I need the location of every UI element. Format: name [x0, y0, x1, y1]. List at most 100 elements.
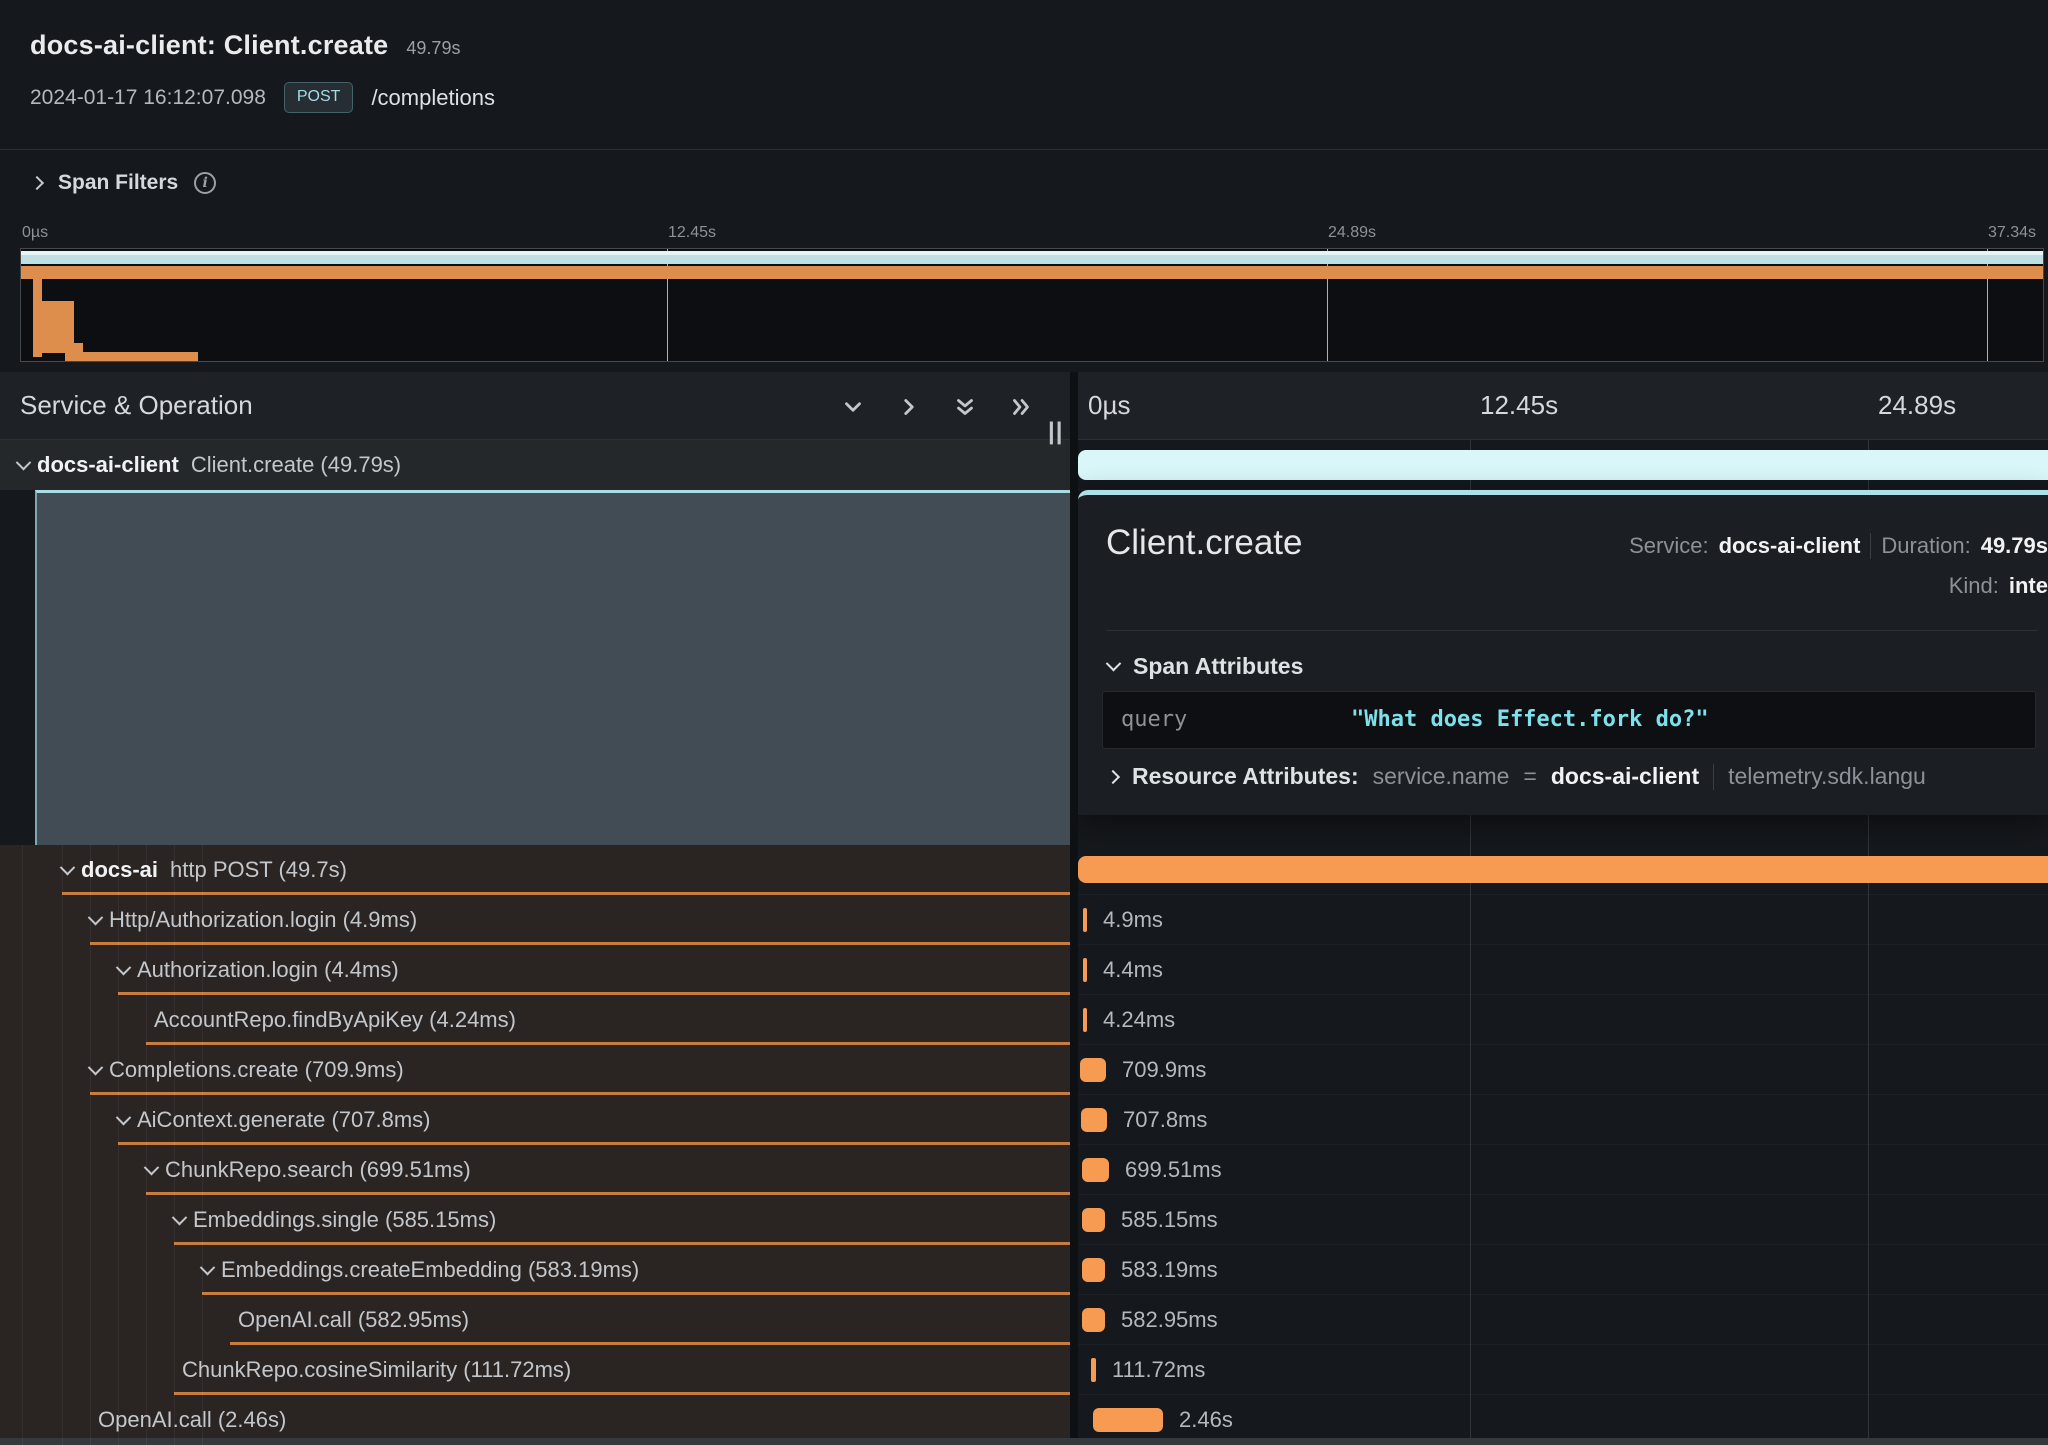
resource-key: service.name — [1373, 763, 1510, 790]
chevron-right-icon — [30, 176, 44, 190]
info-icon[interactable]: i — [194, 172, 216, 194]
span-row-label: docs-ai-clientClient.create (49.79s) — [18, 452, 401, 478]
span-duration-label: 4.4ms — [1103, 957, 1163, 983]
waterfall-row: 709.9ms — [1078, 1045, 2048, 1095]
span-tree-row[interactable]: ChunkRepo.search (699.51ms) — [0, 1145, 1070, 1195]
span-row-label: Embeddings.createEmbedding (583.19ms) — [202, 1257, 639, 1283]
minimap-tick: 37.34s — [1988, 224, 2036, 242]
operation-name: Http/Authorization.login (4.9ms) — [109, 907, 417, 933]
span-bar[interactable] — [1093, 1408, 1163, 1432]
span-attributes-label: Span Attributes — [1133, 653, 1303, 680]
selected-span-expanded-region[interactable] — [35, 490, 1070, 845]
duration-label: Duration: — [1881, 533, 1970, 559]
indent-guide — [90, 845, 91, 1445]
operation-name: AiContext.generate (707.8ms) — [137, 1107, 431, 1133]
span-bar[interactable] — [1082, 1208, 1105, 1232]
indent-guide — [22, 845, 23, 1445]
span-bar[interactable] — [1083, 908, 1087, 932]
span-bar[interactable] — [1078, 856, 2048, 883]
span-tree-row[interactable]: Http/Authorization.login (4.9ms) — [0, 895, 1070, 945]
span-bar[interactable] — [1081, 1108, 1107, 1132]
trace-duration: 49.79s — [406, 38, 460, 59]
span-duration-label: 583.19ms — [1121, 1257, 1218, 1283]
span-bar[interactable] — [1091, 1358, 1096, 1382]
indent-guide — [174, 845, 175, 1445]
span-tree-row[interactable]: OpenAI.call (582.95ms) — [0, 1295, 1070, 1345]
indent-guide — [146, 845, 147, 1445]
span-filters-toggle[interactable]: Span Filters i — [32, 171, 216, 195]
chevron-down-icon[interactable] — [16, 454, 32, 470]
span-bar[interactable] — [1082, 1258, 1105, 1282]
waterfall-row: 4.4ms — [1078, 945, 2048, 995]
kind-value: inte — [2009, 573, 2048, 599]
operation-name: AccountRepo.findByApiKey (4.24ms) — [154, 1007, 516, 1033]
span-tree-row[interactable]: Authorization.login (4.4ms) — [0, 945, 1070, 995]
collapse-one-icon[interactable] — [840, 394, 866, 420]
span-duration-label: 709.9ms — [1122, 1057, 1206, 1083]
timeline-tick: 24.89s — [1878, 390, 1956, 421]
service-value: docs-ai-client — [1719, 533, 1861, 559]
waterfall-row: 699.51ms — [1078, 1145, 2048, 1195]
span-row-label: Completions.create (709.9ms) — [90, 1057, 404, 1083]
span-tree-row[interactable]: docs-aihttp POST (49.7s) — [0, 845, 1070, 895]
span-bar[interactable] — [1083, 958, 1087, 982]
page-title: docs-ai-client: Client.create — [30, 30, 388, 61]
waterfall-row — [1078, 845, 2048, 895]
expand-all-icon[interactable] — [1008, 394, 1034, 420]
span-tree-row[interactable]: Completions.create (709.9ms) — [0, 1045, 1070, 1095]
waterfall-row: 111.72ms — [1078, 1345, 2048, 1395]
resource-value: docs-ai-client — [1551, 763, 1699, 790]
chevron-right-icon — [1108, 769, 1120, 783]
waterfall-row — [1078, 440, 2048, 490]
span-duration-label: 699.51ms — [1125, 1157, 1222, 1183]
timeline-tick: 0µs — [1088, 390, 1130, 421]
operation-name: Client.create (49.79s) — [191, 452, 401, 478]
span-filters-label: Span Filters — [58, 171, 178, 195]
minimap-http-span-bar — [21, 266, 2043, 279]
span-bar[interactable] — [1080, 1058, 1106, 1082]
resource-attributes-toggle[interactable]: Resource Attributes: service.name = docs… — [1108, 763, 2048, 790]
span-attributes-toggle[interactable]: Span Attributes — [1108, 653, 1303, 680]
attribute-value: "What does Effect.fork do?" — [1351, 707, 1709, 732]
minimap-tick: 24.89s — [1328, 224, 1376, 242]
operation-name: ChunkRepo.search (699.51ms) — [165, 1157, 471, 1183]
waterfall-view: Service & Operation docs-ai-c — [0, 372, 2048, 1445]
minimap-span-bottom-bar — [65, 352, 198, 361]
timeline-minimap[interactable] — [20, 248, 2044, 362]
span-tree-row[interactable]: AccountRepo.findByApiKey (4.24ms) — [0, 995, 1070, 1045]
expand-one-icon[interactable] — [896, 394, 922, 420]
service-operation-title: Service & Operation — [20, 390, 253, 421]
waterfall-row: 585.15ms — [1078, 1195, 2048, 1245]
span-bar[interactable] — [1083, 1008, 1087, 1032]
span-duration-label: 2.46s — [1179, 1407, 1233, 1433]
span-detail-panel: Client.create Service: docs-ai-client Du… — [1078, 490, 2048, 815]
span-bar[interactable] — [1082, 1308, 1105, 1332]
trace-viewer: docs-ai-client: Client.create 49.79s 202… — [0, 0, 2048, 1445]
minimap-tick: 0µs — [22, 224, 48, 242]
span-tree-row[interactable]: Embeddings.createEmbedding (583.19ms) — [0, 1245, 1070, 1295]
span-bar[interactable] — [1078, 450, 2048, 480]
collapse-all-icon[interactable] — [952, 394, 978, 420]
minimap-root-span-bar — [21, 255, 2043, 264]
operation-name: OpenAI.call (582.95ms) — [238, 1307, 469, 1333]
window-bottom-edge — [0, 1438, 2048, 1445]
span-row-label: Authorization.login (4.4ms) — [118, 957, 399, 983]
splitter-drag-handle[interactable]: || — [1048, 418, 1068, 446]
span-bar[interactable] — [1082, 1158, 1109, 1182]
span-row-label: ChunkRepo.cosineSimilarity (111.72ms) — [182, 1357, 571, 1383]
operation-name: Embeddings.single (585.15ms) — [193, 1207, 496, 1233]
resource-extra: telemetry.sdk.langu — [1728, 763, 1926, 790]
waterfall-row: 4.24ms — [1078, 995, 2048, 1045]
span-tree-row[interactable]: docs-ai-clientClient.create (49.79s) — [0, 440, 1070, 490]
waterfall-panel: 0µs 12.45s 24.89s 4.9ms4.4ms4.24ms709.9m… — [1078, 372, 2048, 1445]
divider — [1713, 764, 1714, 790]
resource-attributes-label: Resource Attributes: — [1132, 763, 1359, 790]
timeline-tick: 12.45s — [1480, 390, 1558, 421]
span-row-label: Http/Authorization.login (4.9ms) — [90, 907, 417, 933]
span-tree-row[interactable]: AiContext.generate (707.8ms) — [0, 1095, 1070, 1145]
span-tree-row[interactable]: Embeddings.single (585.15ms) — [0, 1195, 1070, 1245]
span-row-label: OpenAI.call (582.95ms) — [238, 1307, 469, 1333]
span-tree-row[interactable]: ChunkRepo.cosineSimilarity (111.72ms) — [0, 1345, 1070, 1395]
panel-splitter[interactable] — [1070, 372, 1078, 1445]
duration-value: 49.79s — [1981, 533, 2048, 559]
